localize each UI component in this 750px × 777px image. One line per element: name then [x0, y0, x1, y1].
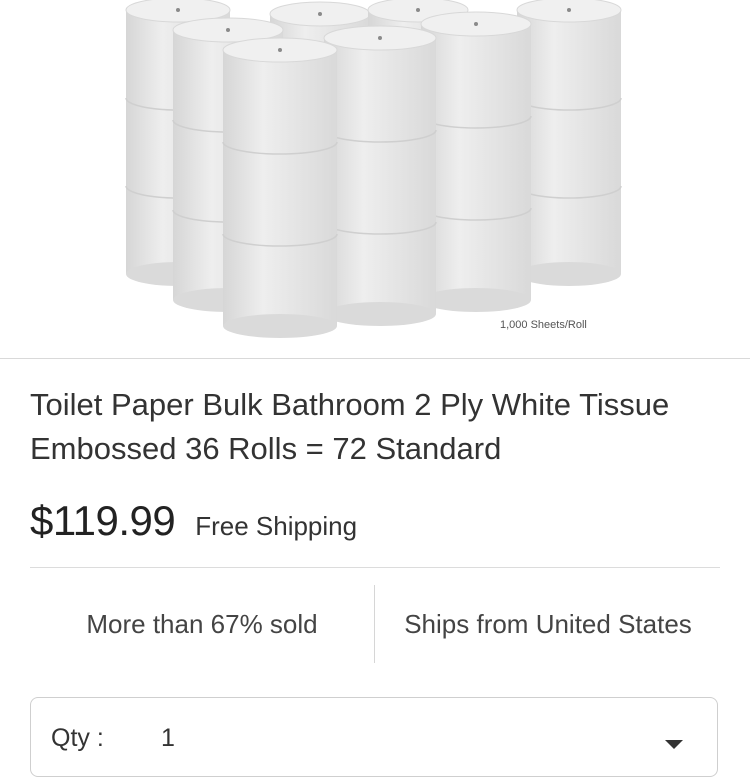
product-title: Toilet Paper Bulk Bathroom 2 Ply White T… [30, 387, 670, 466]
info-row: More than 67% sold Ships from United Sta… [30, 585, 720, 663]
sold-percentage: More than 67% sold [86, 608, 318, 639]
roll-stack-2 [516, 0, 622, 286]
ships-from: Ships from United States [404, 608, 692, 639]
roll-stack-7 [323, 25, 437, 326]
quantity-select[interactable]: Qty : 1 [30, 697, 718, 777]
quantity-label: Qty : [51, 724, 104, 752]
roll-stack-6 [420, 11, 532, 312]
toilet-paper-rolls-image [125, 0, 622, 338]
price: $119.99 [30, 497, 176, 544]
info-divider [374, 585, 375, 663]
chevron-down-icon[interactable] [665, 740, 683, 749]
product-image[interactable]: 1,000 Sheets/Roll [0, 0, 750, 359]
roll-stack-8 [222, 37, 338, 338]
divider [30, 567, 720, 568]
price-row: $119.99 Free Shipping [30, 497, 357, 549]
quantity-value: 1 [161, 724, 175, 752]
image-caption: 1,000 Sheets/Roll [500, 319, 587, 331]
shipping-label: Free Shipping [195, 511, 358, 541]
